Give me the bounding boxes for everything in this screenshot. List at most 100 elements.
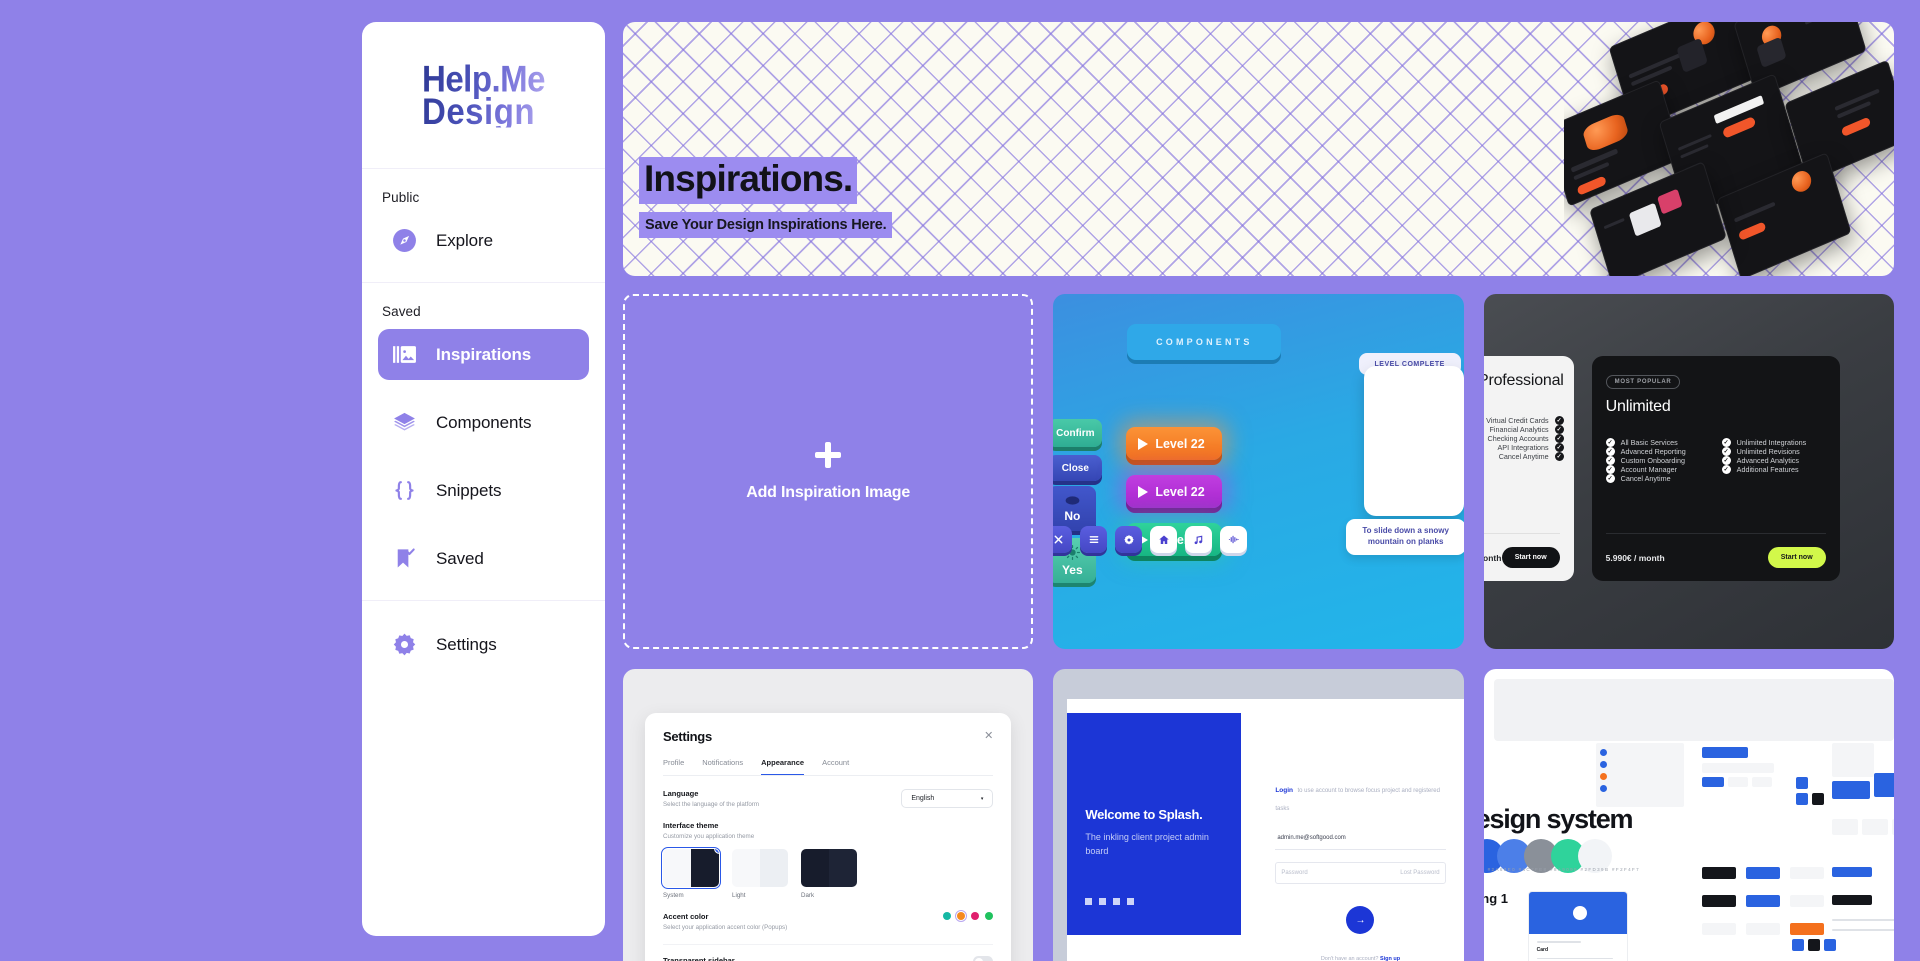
- linkedin-icon: [1127, 898, 1135, 905]
- code-braces-icon: [392, 478, 417, 503]
- plan-feature: ✓ Unlimited Integrations: [1721, 438, 1807, 447]
- section-label-public: Public: [382, 190, 420, 205]
- settings-modal: Settings ✕ Profile Notifications Appeara…: [645, 713, 1012, 961]
- swatch: [943, 912, 952, 920]
- sidebar-item-label: Settings: [436, 634, 497, 654]
- pricing-plan-unlimited: MOST POPULAR Unlimited ✓ All Basic Servic…: [1591, 356, 1840, 581]
- game-tooltip: To slide down a snowy mountain on planks: [1345, 519, 1464, 555]
- language-select: English ▾: [901, 789, 994, 808]
- play-icon: [1138, 437, 1149, 450]
- inspiration-card-game-ui[interactable]: COMPONENTS Confirm Close No Yes Level 22: [1053, 294, 1464, 649]
- plan-price: € / month: [1483, 552, 1502, 563]
- main-content: Inspirations. Save Your Design Inspirati…: [623, 22, 1920, 961]
- tab-appearance: Appearance: [761, 758, 805, 775]
- plan-feature: Financial Analytics ✓: [1489, 425, 1564, 434]
- sidebar-item-snippets[interactable]: Snippets: [378, 465, 589, 516]
- accent-swatches: [943, 909, 994, 923]
- accent-description: Select your application accent color (Po…: [663, 924, 788, 931]
- sidebar-item-saved[interactable]: Saved: [378, 533, 589, 584]
- game-level-button-orange: Level 22: [1126, 427, 1223, 460]
- plan-price: 5.990€ / month: [1605, 552, 1665, 563]
- game-panel: [1363, 366, 1464, 516]
- layers-icon: [392, 410, 417, 435]
- sidebar-item-label: Saved: [436, 548, 484, 568]
- close-icon: [1053, 526, 1073, 553]
- game-confirm-button: Confirm: [1053, 419, 1103, 447]
- palette-caption: #2A63E0 #4C7FE8 #8A9099 #2FD39B #F2F4F7: [1487, 867, 1641, 872]
- pricing-footer: 5.990€ / month Start now: [1605, 533, 1826, 568]
- play-icon: [1572, 906, 1587, 920]
- menu-icon: [1080, 526, 1108, 553]
- design-system-title: esign system: [1483, 804, 1634, 834]
- plan-cta-button[interactable]: Start now: [1501, 547, 1560, 568]
- modal-tabs: Profile Notifications Appearance Account: [663, 758, 994, 776]
- twitter-icon: [1113, 898, 1121, 905]
- design-system-header-block: [1493, 679, 1894, 741]
- plan-feature: API Integrations ✓: [1497, 443, 1564, 452]
- login-description: to use account to browse focus project a…: [1275, 788, 1440, 812]
- arrow-right-icon: →: [1346, 906, 1375, 934]
- hero-artwork: [1564, 22, 1894, 276]
- inspiration-card-design-system[interactable]: esign system #2A63E0 #4C7FE8 #8A9099 #2F…: [1483, 669, 1894, 961]
- game-icon-bar: [1053, 526, 1248, 553]
- sidebar-item-label: Components: [436, 412, 532, 432]
- theme-option-system: ✓ System: [660, 846, 722, 899]
- home-icon: [1150, 526, 1178, 553]
- add-inspiration-label: Add Inspiration Image: [746, 483, 911, 501]
- plan-feature: Virtual Credit Cards ✓: [1486, 416, 1564, 425]
- hero-subtitle: Save Your Design Inspirations Here.: [639, 212, 893, 238]
- transparent-heading: Transparent sidebar: [663, 956, 735, 961]
- swatch: [985, 912, 994, 920]
- theme-option-light: Light: [732, 849, 788, 899]
- theme-description: Customize you application theme: [663, 833, 755, 840]
- inspiration-card-pricing[interactable]: Professional Virtual Credit Cards ✓ Finan…: [1483, 294, 1894, 649]
- logo-line-2: Design: [421, 90, 536, 132]
- sidebar-item-inspirations[interactable]: Inspirations: [378, 329, 589, 380]
- add-inspiration-card[interactable]: Add Inspiration Image: [623, 294, 1034, 649]
- sidebar-item-label: Explore: [436, 230, 493, 250]
- chevron-down-icon: ▾: [980, 795, 984, 802]
- plan-feature: ✓ Advanced Reporting: [1605, 447, 1686, 456]
- language-description: Select the language of the platform: [663, 801, 759, 808]
- plan-feature: ✓ Unlimited Revisions: [1721, 447, 1800, 456]
- sidebar-item-label: Snippets: [436, 480, 502, 500]
- inspiration-card-settings-modal[interactable]: Settings ✕ Profile Notifications Appeara…: [623, 669, 1034, 961]
- sidebar-section-public: Public Explore: [362, 169, 605, 270]
- instagram-icon: [1099, 898, 1107, 905]
- plan-feature: Cancel Anytime ✓: [1498, 452, 1564, 461]
- plan-feature: Checking Accounts ✓: [1487, 434, 1564, 443]
- plan-cta-button[interactable]: Start now: [1767, 547, 1826, 568]
- bookmark-check-icon: [392, 546, 417, 571]
- tab-profile: Profile: [663, 758, 685, 767]
- facebook-icon: [1085, 898, 1093, 905]
- signup-link: Sign up: [1379, 956, 1401, 961]
- tab-account: Account: [822, 758, 850, 767]
- plus-icon: [815, 441, 842, 468]
- accent-heading: Accent color: [663, 912, 709, 921]
- login-panel: Login to use account to browse focus pro…: [1275, 779, 1446, 961]
- sidebar-section-saved: Saved Inspirations Components Snippets S…: [362, 283, 605, 588]
- splash-heading: Welcome to Splash.: [1085, 807, 1203, 822]
- sidebar-item-explore[interactable]: Explore: [378, 215, 589, 266]
- forgot-password-link: Lost Password: [1400, 870, 1440, 876]
- close-icon: ✕: [984, 730, 994, 742]
- most-popular-badge: MOST POPULAR: [1605, 375, 1681, 389]
- swatch-selected: [954, 909, 968, 923]
- signup-footer: Don't have an account? Sign up: [1320, 956, 1401, 961]
- logo[interactable]: Help.Me Design: [362, 22, 605, 169]
- gear-icon: [392, 632, 417, 657]
- cloud-icon: [1065, 495, 1080, 505]
- plan-feature: ✓ Cancel Anytime: [1605, 474, 1671, 483]
- plan-name: Unlimited: [1605, 398, 1671, 415]
- login-title: Login: [1275, 787, 1294, 794]
- sidebar-item-components[interactable]: Components: [378, 397, 589, 448]
- section-label-saved: Saved: [382, 304, 421, 319]
- tab-notifications: Notifications: [702, 758, 744, 767]
- plan-feature: ✓ All Basic Services: [1605, 438, 1678, 447]
- sidebar-item-settings[interactable]: Settings: [378, 619, 589, 670]
- game-no-button: No: [1053, 486, 1097, 531]
- inspiration-card-splash-login[interactable]: Login to use account to browse focus pro…: [1053, 669, 1464, 961]
- language-row: Language Select the language of the plat…: [663, 789, 994, 808]
- play-icon: [1138, 485, 1149, 498]
- game-components-header: COMPONENTS: [1127, 324, 1282, 360]
